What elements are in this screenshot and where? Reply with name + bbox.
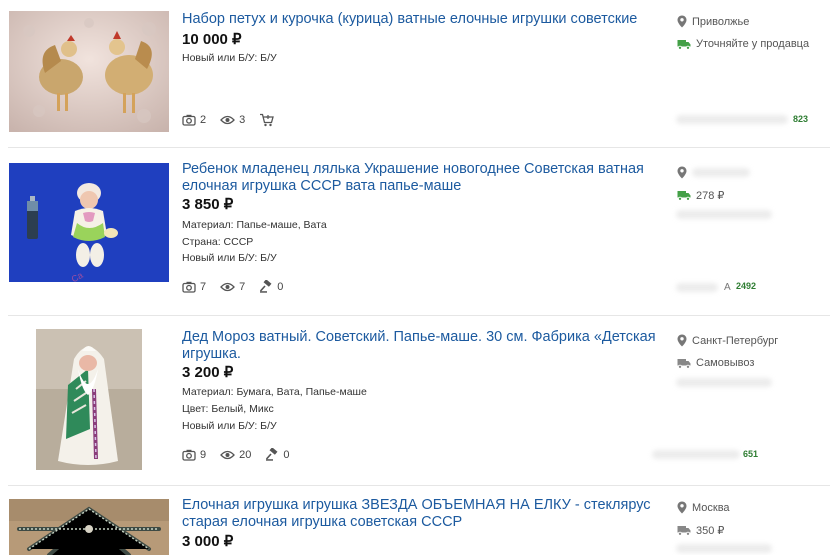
view-count: 3 — [220, 114, 245, 126]
listing-photo[interactable]: Ca — [9, 163, 169, 282]
listing-stats: 9 20 0 — [182, 448, 304, 461]
delivery-detail-blurred — [676, 210, 772, 219]
listing-attr: Страна: СССР — [182, 236, 254, 248]
listing-title-link[interactable]: Ребенок младенец лялька Украшение нового… — [182, 161, 662, 194]
camera-icon — [182, 449, 196, 461]
listing-photo[interactable] — [36, 329, 142, 470]
delivery-detail-blurred — [676, 544, 772, 553]
listing-attr: Материал: Папье-маше, Вата — [182, 219, 327, 231]
listing-card[interactable]: Елочная игрушка игрушка ЗВЕЗДА ОБЪЕМНАЯ … — [0, 486, 832, 555]
listing-attr: Новый или Б/У: Б/У — [182, 52, 277, 64]
location-pin-icon — [677, 166, 687, 179]
listing-title-link[interactable]: Дед Мороз ватный. Советский. Папье-маше.… — [182, 329, 662, 362]
listing-attr: Цвет: Белый, Микс — [182, 403, 274, 415]
bid-count: 0 — [259, 280, 283, 293]
bid-count: 0 — [265, 448, 290, 461]
listing-delivery: 350 ₽ — [677, 524, 724, 537]
gavel-icon — [266, 448, 278, 461]
listing-results: Набор петух и курочка (курица) ватные ел… — [0, 0, 832, 555]
listing-stats: 2 3 — [182, 113, 292, 127]
listing-delivery: Уточняйте у продавца — [677, 38, 809, 50]
view-count: 7 — [220, 281, 245, 293]
listing-photo[interactable] — [9, 499, 169, 555]
listing-price: 3 850 ₽ — [182, 196, 234, 213]
listing-card[interactable]: Дед Мороз ватный. Советский. Папье-маше.… — [0, 316, 832, 486]
listing-location — [677, 166, 750, 179]
eye-icon — [220, 115, 236, 125]
camera-icon — [182, 281, 196, 293]
listing-location: Приволжье — [677, 15, 749, 28]
delivery-truck-icon — [677, 39, 691, 50]
camera-icon — [182, 114, 196, 126]
listing-location: Санкт-Петербург — [677, 334, 778, 347]
delivery-truck-icon — [677, 526, 691, 536]
pickup-icon — [677, 358, 691, 369]
listing-card[interactable]: Набор петух и курочка (курица) ватные ел… — [0, 0, 832, 148]
seller-rating: 651 — [743, 449, 759, 459]
seller-name-partial: А — [724, 282, 731, 293]
gavel-icon — [260, 280, 272, 293]
view-count: 20 — [220, 449, 251, 461]
listing-attr: Новый или Б/У: Б/У — [182, 252, 277, 264]
photo-count: 9 — [182, 449, 206, 461]
photo-count: 7 — [182, 281, 206, 293]
listing-card[interactable]: Ca Ребенок младенец лялька Украшение нов… — [0, 148, 832, 316]
seller-rating: 2492 — [736, 281, 757, 291]
listing-price: 10 000 ₽ — [182, 31, 242, 48]
location-pin-icon — [677, 334, 687, 347]
listing-location: Москва — [677, 501, 730, 514]
listing-delivery: Самовывоз — [677, 357, 754, 369]
photo-count: 2 — [182, 114, 206, 126]
listing-price: 3 200 ₽ — [182, 364, 234, 381]
listing-title-link[interactable]: Набор петух и курочка (курица) ватные ел… — [182, 11, 662, 28]
delivery-truck-icon — [677, 191, 691, 201]
seller-name-blurred — [676, 283, 718, 292]
location-blurred — [692, 168, 750, 177]
listing-stats: 7 7 0 — [182, 280, 297, 293]
eye-icon — [220, 450, 236, 459]
location-pin-icon — [677, 15, 687, 28]
location-pin-icon — [677, 501, 687, 514]
cart-icon — [260, 113, 275, 127]
listing-delivery: 278 ₽ — [677, 189, 724, 202]
seller-rating: 823 — [793, 114, 809, 124]
listing-attr: Материал: Бумага, Вата, Папье-маше — [182, 386, 367, 398]
listing-attr: Новый или Б/У: Б/У — [182, 420, 277, 432]
seller-name-blurred — [652, 450, 740, 459]
seller-name-blurred — [676, 115, 788, 124]
listing-photo[interactable] — [9, 11, 169, 132]
listing-title-link[interactable]: Елочная игрушка игрушка ЗВЕЗДА ОБЪЕМНАЯ … — [182, 497, 662, 530]
listing-price: 3 000 ₽ — [182, 533, 234, 550]
eye-icon — [220, 282, 236, 291]
add-to-cart-button[interactable] — [259, 113, 278, 127]
delivery-detail-blurred — [676, 378, 772, 387]
